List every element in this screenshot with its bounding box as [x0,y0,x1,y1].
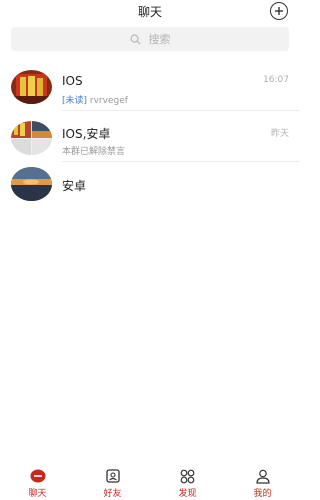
search-icon [130,34,140,44]
avatar [11,70,52,104]
tab-chat[interactable]: 聊天 [8,462,68,500]
avatar [11,121,52,155]
discover-icon [180,468,196,484]
chat-item-android[interactable]: 安卓 [0,162,300,213]
add-button[interactable] [270,2,288,20]
chat-preview-text: rvrvegef [87,96,128,106]
chat-list: IOS [未读] rvrvegef 16:07 IOS,安卓 本群已解除禁言 昨… [0,60,300,213]
chat-name: IOS,安卓 [62,127,111,141]
search-placeholder: 搜索 [148,33,171,46]
tab-profile[interactable]: 我的 [233,462,293,500]
chat-item-ios[interactable]: IOS [未读] rvrvegef 16:07 [0,60,300,111]
tab-label: 我的 [253,489,272,499]
tab-contacts[interactable]: 好友 [83,462,143,500]
plus-icon [275,7,283,15]
chat-icon [30,468,46,484]
app-header: 聊天 [0,0,300,22]
chat-time: 16:07 [263,75,289,85]
chat-preview: [未读] rvrvegef [62,93,128,106]
chat-name: 安卓 [62,179,87,193]
chat-preview: 本群已解除禁言 [62,147,126,157]
page-title: 聊天 [137,4,162,19]
avatar [11,167,52,201]
tab-label: 好友 [103,489,122,499]
chat-name: IOS [62,74,83,88]
tab-discover[interactable]: 发现 [158,462,218,500]
unread-tag: [未读] [62,96,88,106]
tab-label: 发现 [178,489,197,499]
chat-item-ios-android[interactable]: IOS,安卓 本群已解除禁言 昨天 [0,111,300,162]
search-bar[interactable]: 搜索 [11,27,289,51]
tab-bar: 聊天 好友 发现 我的 [0,462,300,500]
tab-label: 聊天 [28,489,47,499]
profile-icon [255,468,271,484]
chat-time: 昨天 [270,129,289,139]
contacts-icon [105,468,121,484]
